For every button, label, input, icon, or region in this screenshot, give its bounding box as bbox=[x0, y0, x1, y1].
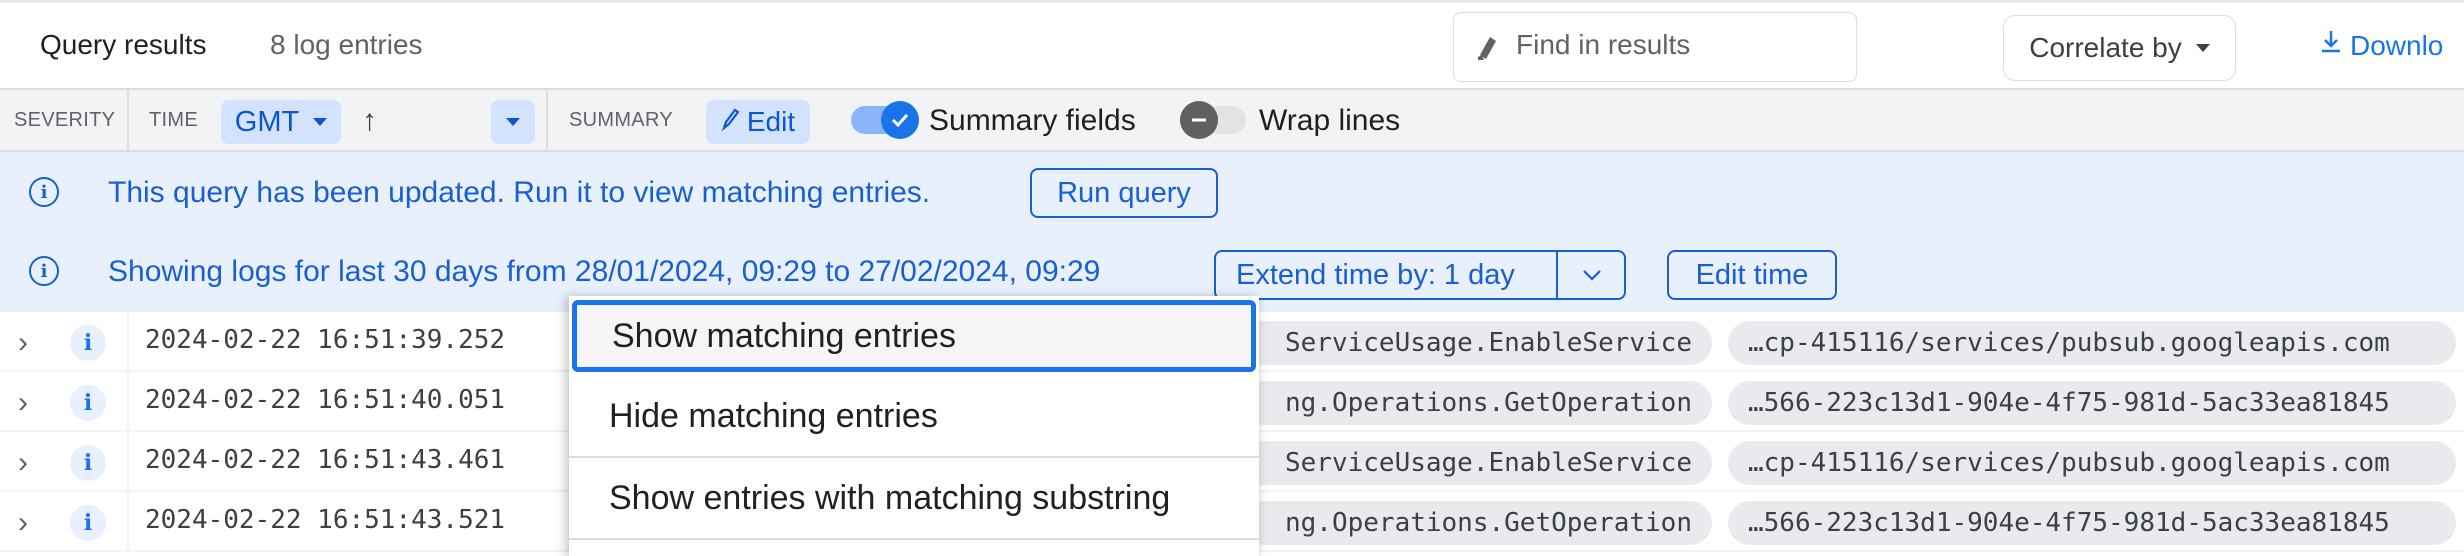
column-divider bbox=[127, 492, 129, 552]
column-divider bbox=[127, 90, 129, 152]
timestamp: 2024-02-22 16:51:39.252 bbox=[145, 325, 506, 355]
time-range-text: Showing logs for last 30 days from 28/01… bbox=[108, 255, 1101, 288]
find-in-results-field[interactable] bbox=[1453, 12, 1857, 82]
context-menu: Show matching entries Hide matching entr… bbox=[569, 296, 1259, 556]
edit-time-button[interactable]: Edit time bbox=[1667, 250, 1837, 300]
timezone-label: GMT bbox=[234, 105, 300, 138]
info-severity-icon: i bbox=[70, 385, 106, 421]
highlighter-icon bbox=[1474, 33, 1502, 61]
download-label: Downlo bbox=[2350, 29, 2444, 61]
minus-icon bbox=[1180, 101, 1218, 139]
resource-chip[interactable]: …cp-415116/services/pubsub.googleapis.co… bbox=[1728, 321, 2456, 365]
time-column-header[interactable]: TIME bbox=[149, 109, 198, 132]
column-divider bbox=[127, 312, 129, 372]
correlate-by-button[interactable]: Correlate by bbox=[2003, 15, 2236, 81]
edit-summary-button[interactable]: Edit bbox=[706, 100, 810, 144]
resource-chip[interactable]: …566-223c13d1-904e-4f75-981d-5ac33ea8184… bbox=[1728, 381, 2456, 425]
timestamp: 2024-02-22 16:51:43.461 bbox=[145, 445, 506, 475]
extend-time-options-button[interactable] bbox=[1558, 252, 1626, 298]
extend-time-split-button: Extend time by: 1 day bbox=[1214, 250, 1626, 300]
method-chip[interactable]: ng.Operations.GetOperation bbox=[1180, 381, 1712, 425]
checkmark-icon bbox=[881, 101, 919, 139]
edit-label: Edit bbox=[746, 106, 796, 137]
summary-column-header: SUMMARY bbox=[569, 109, 673, 131]
time-column-menu-button[interactable] bbox=[491, 100, 535, 144]
wrap-lines-toggle[interactable] bbox=[1180, 101, 1246, 139]
sort-ascending-icon[interactable]: ↑ bbox=[362, 104, 377, 138]
query-updated-banner: i This query has been updated. Run it to… bbox=[0, 152, 2464, 232]
info-severity-icon: i bbox=[70, 505, 106, 541]
resource-chip[interactable]: …566-223c13d1-904e-4f75-981d-5ac33ea8184… bbox=[1728, 501, 2456, 545]
info-icon: i bbox=[29, 177, 59, 207]
method-chip[interactable]: ng.Operations.GetOperation bbox=[1180, 501, 1712, 545]
wrap-lines-label: Wrap lines bbox=[1259, 104, 1401, 137]
column-header-bar: SEVERITY TIME GMT ↑ SUMMARY Edit Summary… bbox=[0, 90, 2464, 152]
timestamp: 2024-02-22 16:51:43.521 bbox=[145, 505, 506, 535]
correlate-by-label: Correlate by bbox=[2029, 32, 2182, 63]
info-icon: i bbox=[29, 256, 59, 286]
download-button[interactable]: Downlo bbox=[2320, 29, 2443, 62]
summary-fields-label: Summary fields bbox=[929, 104, 1136, 137]
menu-divider bbox=[569, 538, 1259, 540]
chevron-down-icon bbox=[1583, 270, 1601, 281]
caret-down-icon bbox=[313, 118, 328, 126]
caret-down-icon bbox=[506, 118, 520, 126]
find-in-results-input[interactable] bbox=[1516, 27, 1836, 63]
method-chip[interactable]: ServiceUsage.EnableService bbox=[1180, 321, 1712, 365]
column-divider bbox=[127, 372, 129, 432]
caret-down-icon bbox=[2195, 44, 2210, 52]
column-divider bbox=[546, 90, 548, 152]
expand-chevron-icon[interactable]: › bbox=[18, 326, 28, 360]
page-title: Query results bbox=[40, 29, 207, 60]
severity-column-header[interactable]: SEVERITY bbox=[14, 109, 115, 132]
expand-chevron-icon[interactable]: › bbox=[18, 446, 28, 480]
method-chip[interactable]: ServiceUsage.EnableService bbox=[1180, 441, 1712, 485]
download-icon bbox=[2320, 29, 2342, 62]
expand-chevron-icon[interactable]: › bbox=[18, 506, 28, 540]
column-divider bbox=[127, 432, 129, 492]
query-updated-text: This query has been updated. Run it to v… bbox=[108, 176, 931, 209]
timestamp: 2024-02-22 16:51:40.051 bbox=[145, 385, 506, 415]
entry-count: 8 log entries bbox=[270, 29, 423, 60]
timezone-dropdown[interactable]: GMT bbox=[221, 100, 341, 144]
menu-item-show-matching-entries[interactable]: Show matching entries bbox=[572, 300, 1256, 372]
summary-fields-toggle[interactable] bbox=[851, 101, 919, 139]
info-severity-icon: i bbox=[70, 325, 106, 361]
extend-time-button[interactable]: Extend time by: 1 day bbox=[1216, 259, 1515, 292]
menu-item-show-entries-with-matching-substring[interactable]: Show entries with matching substring bbox=[569, 458, 1259, 538]
menu-item-hide-matching-entries[interactable]: Hide matching entries bbox=[569, 376, 1259, 456]
pencil-icon bbox=[721, 106, 740, 138]
resource-chip[interactable]: …cp-415116/services/pubsub.googleapis.co… bbox=[1728, 441, 2456, 485]
run-query-button[interactable]: Run query bbox=[1030, 168, 1218, 218]
results-header: Query results 8 log entries Correlate by… bbox=[0, 3, 2464, 90]
info-severity-icon: i bbox=[70, 445, 106, 481]
expand-chevron-icon[interactable]: › bbox=[18, 386, 28, 420]
